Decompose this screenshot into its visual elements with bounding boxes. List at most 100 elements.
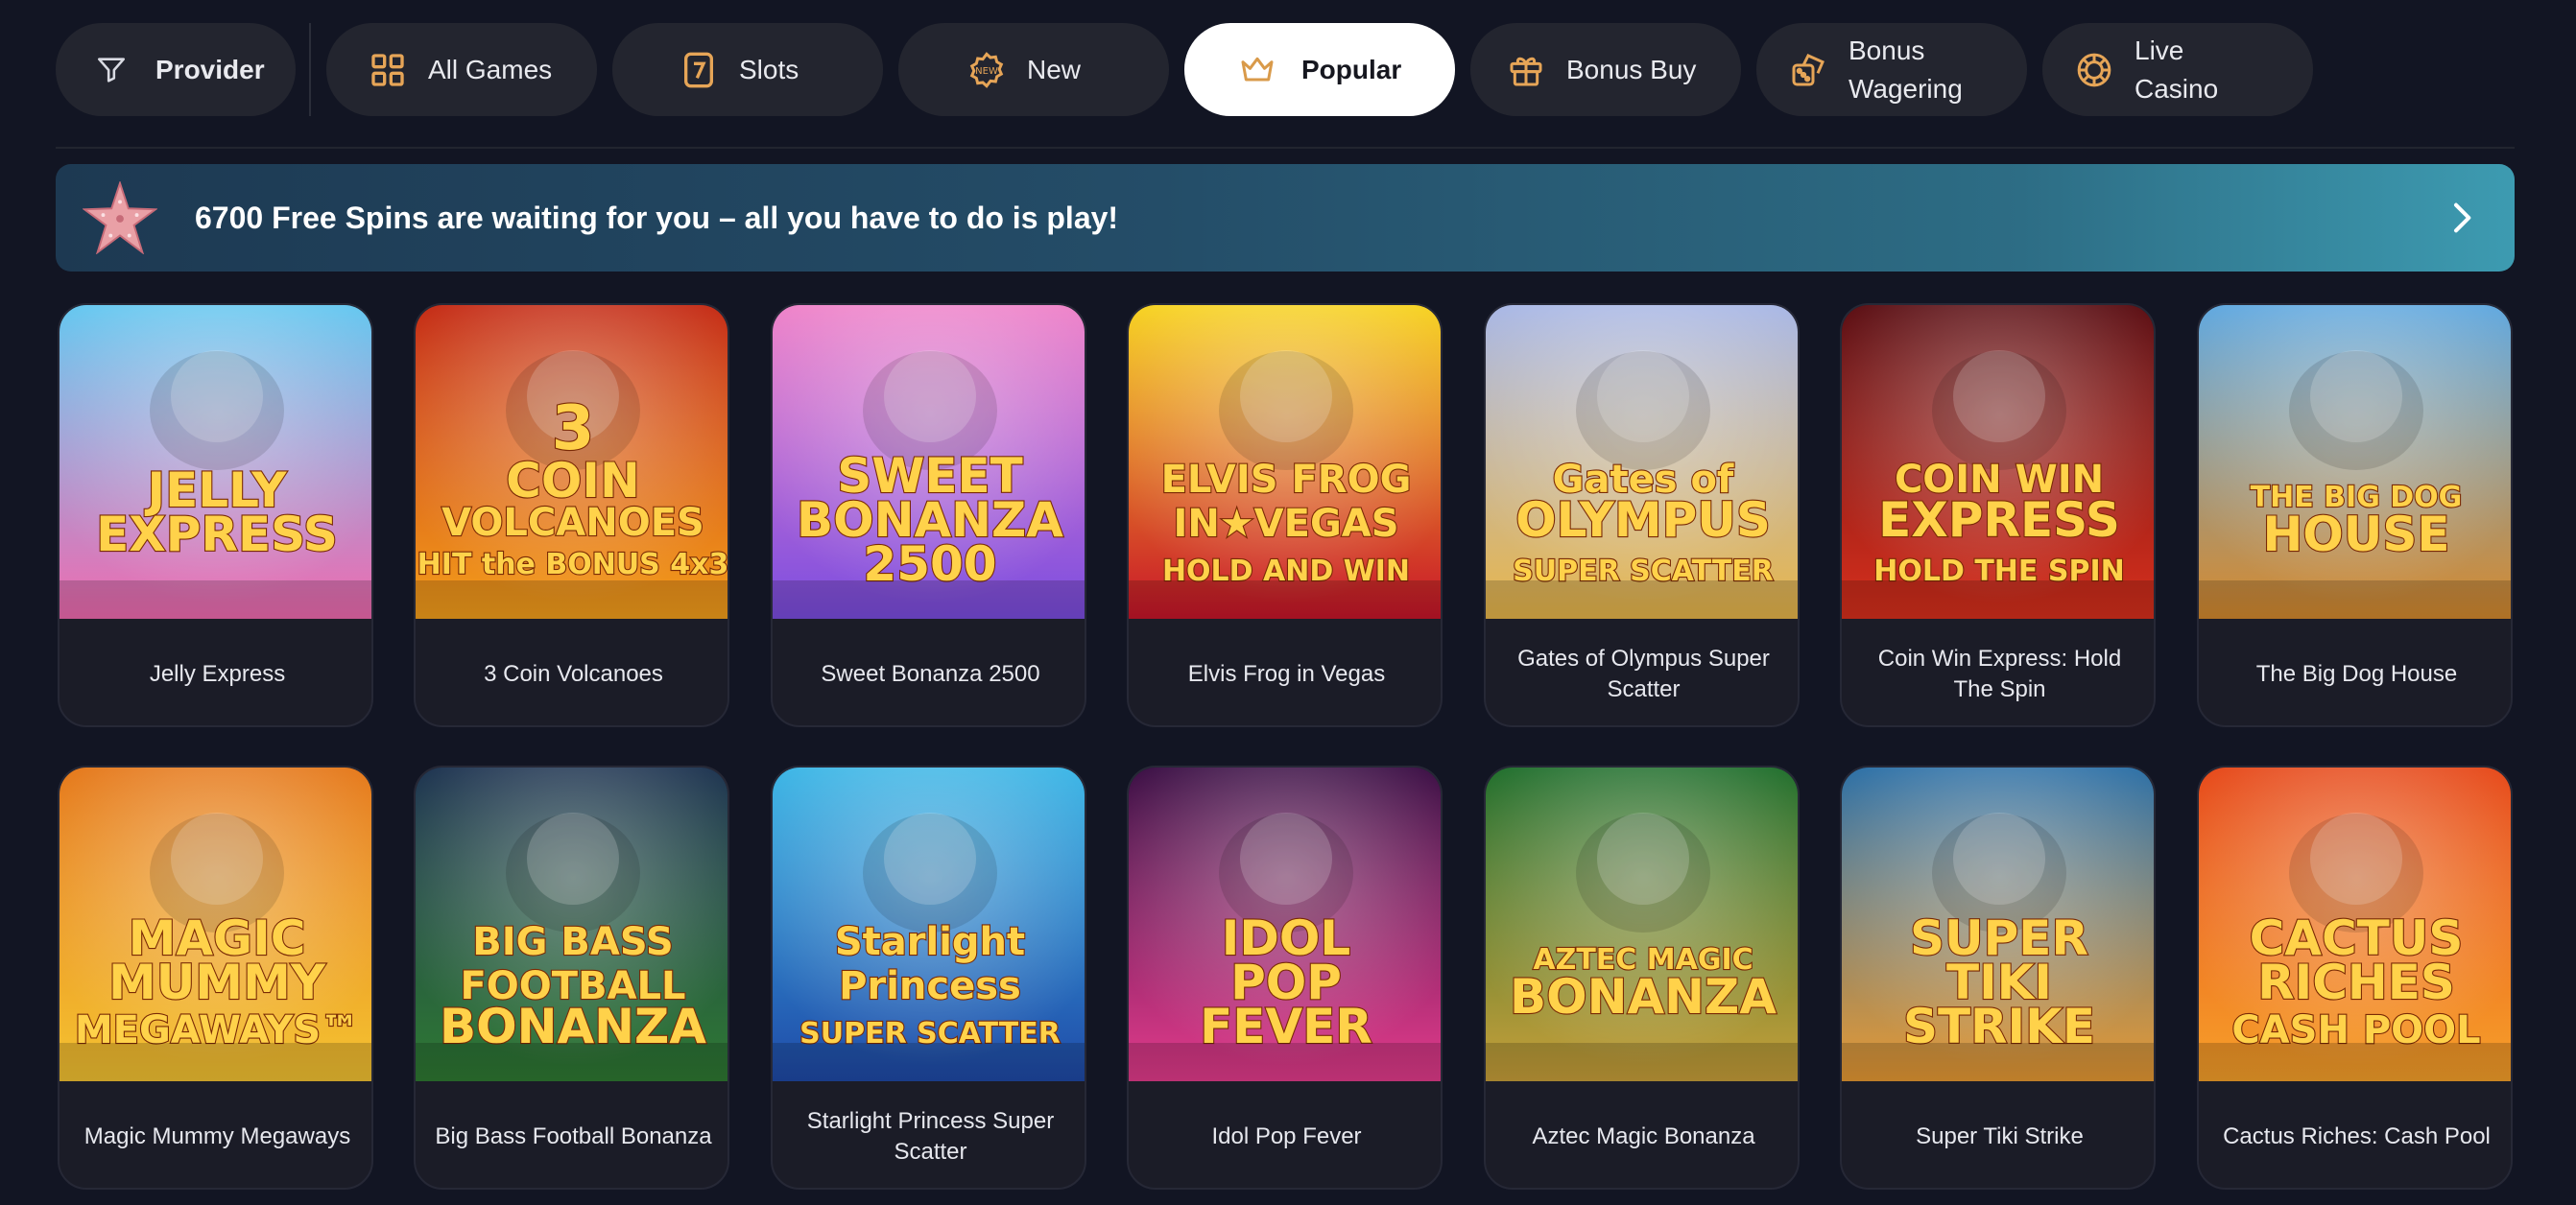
tab-all-games[interactable]: All Games (326, 23, 597, 116)
banner-text: 6700 Free Spins are waiting for you – al… (195, 201, 1119, 235)
svg-text:NEW: NEW (975, 66, 998, 77)
svg-text:HOUSE: HOUSE (2262, 507, 2449, 562)
gift-icon (1507, 51, 1545, 89)
svg-text:BONANZA: BONANZA (1510, 969, 1777, 1025)
tab-slots[interactable]: Slots (612, 23, 883, 116)
game-thumbnail[interactable]: AZTEC MAGIC BONANZA (1486, 768, 1798, 1081)
game-card[interactable]: COIN WIN EXPRESS HOLD THE SPIN Coin Win Ex… (1840, 303, 2156, 727)
game-card[interactable]: SWEET BONANZA 2500 Sweet Bonanza 2500 (771, 303, 1086, 727)
free-spins-promo-banner[interactable]: 6700 Free Spins are waiting for you – al… (56, 164, 2515, 272)
game-title: Idol Pop Fever (1211, 1122, 1362, 1149)
game-thumbnail[interactable]: COIN WIN EXPRESS HOLD THE SPIN (1842, 305, 2154, 619)
game-card[interactable]: CACTUS RICHES CASH POOL Cactus Riches: Cas… (2197, 766, 2513, 1190)
chevron-right-icon[interactable] (2442, 199, 2480, 237)
grid-icon (369, 51, 407, 89)
game-card[interactable]: Gates of OLYMPUS SUPER SCATTER Gates of Ol… (1484, 303, 1800, 727)
game-title-area: Coin Win Express: Hold The Spin (1842, 619, 2154, 725)
game-title: Cactus Riches: Cash Pool (2223, 1122, 2491, 1149)
tab-live-casino[interactable]: Live Casino (2042, 23, 2313, 116)
tab-bonus-wagering-line2: Wagering (1849, 73, 1963, 104)
game-thumbnail[interactable]: 3 COIN VOLCANOES HIT the BONUS 4x3 (416, 305, 729, 619)
game-thumbnail[interactable]: THE BIG DOG HOUSE (2199, 305, 2511, 619)
game-card[interactable]: IDOL POP FEVER Idol Pop Fever (1127, 766, 1443, 1190)
game-title-area: Aztec Magic Bonanza (1486, 1081, 1798, 1188)
tab-slots-label: Slots (739, 54, 799, 84)
filter-icon (92, 51, 131, 89)
svg-text:OLYMPUS: OLYMPUS (1515, 492, 1771, 548)
game-title: Starlight Princess Super Scatter (806, 1107, 1055, 1165)
game-thumbnail[interactable]: SWEET BONANZA 2500 (773, 305, 1085, 619)
game-title-area: The Big Dog House (2199, 619, 2511, 725)
svg-text:EXPRESS: EXPRESS (1878, 492, 2120, 548)
game-thumbnail[interactable]: JELLY EXPRESS (60, 305, 371, 619)
game-thumbnail[interactable]: MAGIC MUMMY MEGAWAYS™ (60, 768, 371, 1081)
game-thumbnail[interactable]: ELVIS FROG IN★VEGAS HOLD AND WIN (1129, 305, 1441, 619)
game-card[interactable]: 3 COIN VOLCANOES HIT the BONUS 4x3 3 Coin V… (414, 303, 729, 727)
game-title: Sweet Bonanza 2500 (821, 660, 1040, 687)
svg-text:EXPRESS: EXPRESS (96, 507, 338, 562)
new-badge-icon: NEW (967, 51, 1006, 89)
svg-text:Princess: Princess (839, 964, 1021, 1008)
game-title: Jelly Express (149, 660, 286, 687)
svg-text:RICHES: RICHES (2257, 955, 2455, 1010)
game-title: Big Bass Football Bonanza (435, 1122, 712, 1149)
game-thumbnail[interactable]: Gates of OLYMPUS SUPER SCATTER (1486, 305, 1798, 619)
game-title-area: Idol Pop Fever (1129, 1081, 1441, 1188)
svg-text:IN★VEGAS: IN★VEGAS (1173, 502, 1398, 546)
svg-text:VOLCANOES: VOLCANOES (441, 501, 704, 545)
svg-text:HIT the BONUS 4x3: HIT the BONUS 4x3 (417, 548, 729, 581)
game-card[interactable]: THE BIG DOG HOUSE The Big Dog House (2197, 303, 2513, 727)
tab-popular[interactable]: Popular (1184, 23, 1455, 116)
game-title: Super Tiki Strike (1916, 1122, 2084, 1149)
filter-divider (309, 23, 311, 116)
tab-bonus-buy[interactable]: Bonus Buy (1470, 23, 1741, 116)
tab-bonus-wagering[interactable]: Bonus Wagering (1756, 23, 2027, 116)
tab-new-label: New (1027, 54, 1082, 84)
game-thumbnail[interactable]: SUPER TIKI STRIKE (1842, 768, 2154, 1081)
svg-text:Starlight: Starlight (835, 920, 1025, 964)
tab-all-games-label: All Games (428, 54, 553, 84)
game-card[interactable]: ELVIS FROG IN★VEGAS HOLD AND WIN Elvis Fro… (1127, 303, 1443, 727)
dice-icon (1789, 51, 1827, 89)
tab-bonus-wagering-label: Bonus Wagering (1849, 32, 1963, 108)
game-title: Gates of Olympus Super Scatter (1517, 645, 1770, 702)
svg-text:ELVIS FROG: ELVIS FROG (1161, 458, 1412, 502)
svg-text:MUMMY: MUMMY (108, 955, 326, 1010)
game-thumbnail[interactable]: BIG BASS FOOTBALL BONANZA (416, 768, 727, 1081)
filter-bar-divider (56, 147, 2515, 149)
game-card[interactable]: JELLY EXPRESS Jelly Express (58, 303, 373, 727)
game-title-area: Cactus Riches: Cash Pool (2199, 1081, 2511, 1188)
game-thumbnail[interactable]: IDOL POP FEVER (1129, 768, 1441, 1081)
game-title-area: Sweet Bonanza 2500 (773, 619, 1085, 725)
game-title-area: 3 Coin Volcanoes (416, 619, 727, 725)
tab-live-casino-line2: Casino (2135, 73, 2219, 104)
game-title: Aztec Magic Bonanza (1532, 1122, 1755, 1149)
game-card[interactable]: MAGIC MUMMY MEGAWAYS™ Magic Mummy Megaways (58, 766, 373, 1190)
tab-new[interactable]: NEW New (898, 23, 1169, 116)
game-card[interactable]: Starlight Princess SUPER SCATTER Starlight… (771, 766, 1086, 1190)
game-title: 3 Coin Volcanoes (484, 660, 663, 687)
game-title-area: Elvis Frog in Vegas (1129, 619, 1441, 725)
game-title-area: Super Tiki Strike (1842, 1081, 2154, 1188)
game-title: Coin Win Express: Hold The Spin (1877, 645, 2122, 702)
slot-seven-icon (680, 51, 718, 89)
game-card[interactable]: SUPER TIKI STRIKE Super Tiki Strike (1840, 766, 2156, 1190)
game-title-area: Magic Mummy Megaways (60, 1081, 371, 1188)
chip-icon (2075, 51, 2113, 89)
game-title-area: Big Bass Football Bonanza (416, 1081, 727, 1188)
tab-live-casino-label: Live Casino (2135, 32, 2218, 108)
provider-filter-button[interactable]: Provider (56, 23, 296, 116)
tab-live-casino-line1: Live (2135, 35, 2184, 65)
game-thumbnail[interactable]: CACTUS RICHES CASH POOL (2199, 768, 2511, 1081)
game-title-area: Jelly Express (60, 619, 371, 725)
game-title: The Big Dog House (2255, 660, 2458, 687)
game-card[interactable]: BIG BASS FOOTBALL BONANZA Big Bass Footbal… (414, 766, 729, 1190)
starfish-icon (82, 179, 158, 255)
tab-bonus-buy-label: Bonus Buy (1566, 54, 1697, 84)
game-thumbnail[interactable]: Starlight Princess SUPER SCATTER (773, 768, 1085, 1081)
provider-filter-label: Provider (155, 54, 265, 84)
game-card[interactable]: AZTEC MAGIC BONANZA Aztec Magic Bonanza (1484, 766, 1800, 1190)
tab-bonus-wagering-line1: Bonus (1849, 35, 1925, 65)
game-title-area: Starlight Princess Super Scatter (773, 1081, 1085, 1188)
crown-icon (1238, 51, 1276, 89)
